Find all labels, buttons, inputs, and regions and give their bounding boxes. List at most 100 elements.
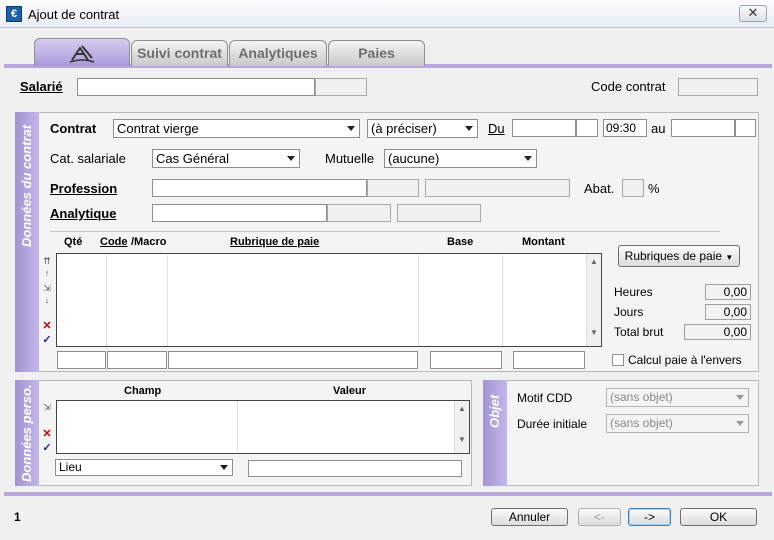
motif-cdd-label: Motif CDD: [517, 391, 573, 405]
signature-icon: [69, 45, 95, 63]
scroll-up-icon[interactable]: ▲: [587, 257, 601, 266]
heures-label: Heures: [614, 285, 653, 299]
date-du-input[interactable]: [512, 119, 576, 137]
calcul-envers-label[interactable]: Calcul paie à l'envers: [628, 353, 742, 367]
perso-valeur-input[interactable]: [248, 460, 462, 477]
move-down-icon[interactable]: ↓: [42, 295, 52, 305]
col-champ: Champ: [124, 385, 162, 397]
delete-icon[interactable]: ✕: [42, 321, 52, 332]
contrat-type-select[interactable]: (à préciser): [367, 119, 478, 138]
tab-paies[interactable]: Paies: [328, 40, 425, 66]
validate-icon[interactable]: ✓: [42, 443, 52, 454]
motif-cdd-select[interactable]: (sans objet): [606, 388, 749, 407]
next-button[interactable]: ->: [628, 508, 671, 526]
donnees-perso-label: Données perso.: [19, 384, 34, 482]
salarie-label[interactable]: Salarié: [20, 79, 63, 94]
annuler-button[interactable]: Annuler: [491, 508, 568, 526]
date-du-picker[interactable]: [576, 119, 598, 137]
col-code[interactable]: Code: [100, 236, 128, 248]
tab-analytiques[interactable]: Analytiques: [229, 40, 327, 66]
col-montant: Montant: [522, 236, 565, 248]
duree-initiale-select[interactable]: (sans objet): [606, 414, 749, 433]
rubriques-de-paie-button[interactable]: Rubriques de paie ▼: [618, 245, 740, 267]
total-brut-label: Total brut: [614, 325, 664, 339]
mutuelle-label: Mutuelle: [325, 151, 375, 166]
edit-code-input[interactable]: [107, 351, 167, 369]
validate-icon[interactable]: ✓: [42, 335, 52, 346]
mutuelle-select[interactable]: (aucune): [384, 149, 537, 168]
salarie-input[interactable]: [77, 78, 315, 96]
divider: [50, 231, 720, 232]
contrat-type-value: (à préciser): [371, 121, 437, 136]
tab-suivi-contrat[interactable]: Suivi contrat: [131, 40, 228, 66]
lieu-select[interactable]: Lieu: [55, 459, 233, 476]
profession-code-field: [367, 179, 419, 197]
delete-icon[interactable]: ✕: [42, 429, 52, 440]
chevron-down-icon: [347, 126, 355, 131]
scroll-down-icon[interactable]: ▼: [455, 435, 469, 444]
donnees-contrat-side: Données du contrat: [15, 112, 39, 372]
prev-button[interactable]: <-: [578, 508, 621, 526]
heures-value: 0,00: [705, 284, 751, 300]
col-valeur: Valeur: [333, 385, 367, 397]
move-up-icon[interactable]: ↑: [42, 268, 52, 278]
salarie-code-field: [315, 78, 367, 96]
time-input[interactable]: 09:30: [603, 119, 647, 137]
donnees-perso-side: Données perso.: [15, 380, 39, 486]
profession-label[interactable]: Profession: [50, 181, 117, 196]
col-qte: Qté: [64, 236, 83, 248]
total-brut-value: 0,00: [684, 324, 751, 340]
perso-grid[interactable]: [56, 400, 470, 454]
move-top-icon[interactable]: ⇈: [42, 256, 52, 266]
grid-col-sep: [167, 254, 168, 346]
edit-montant-input[interactable]: [513, 351, 585, 369]
edit-base-input[interactable]: [430, 351, 502, 369]
mutuelle-value: (aucune): [388, 151, 440, 166]
duree-initiale-value: (sans objet): [610, 416, 673, 430]
footer-divider: [4, 492, 772, 496]
abat-field[interactable]: [622, 179, 644, 197]
calcul-envers-checkbox[interactable]: [612, 354, 624, 366]
move-down-right-icon[interactable]: ⇲: [42, 283, 52, 293]
profession-input[interactable]: [152, 179, 367, 197]
chevron-down-icon: [524, 156, 532, 161]
edit-qte-input[interactable]: [57, 351, 106, 369]
scroll-up-icon[interactable]: ▲: [455, 404, 469, 413]
lieu-value: Lieu: [59, 460, 82, 474]
close-button[interactable]: ✕: [739, 5, 767, 22]
col-macro: /Macro: [131, 236, 167, 248]
grid-col-sep: [106, 254, 107, 346]
grid-col-sep: [237, 401, 238, 453]
date-au-picker[interactable]: [735, 119, 756, 137]
tab-contract-icon[interactable]: [34, 38, 130, 66]
scroll-down-icon[interactable]: ▼: [587, 328, 601, 337]
chevron-down-icon: [736, 395, 744, 400]
rubriques-grid[interactable]: [56, 253, 602, 347]
du-label[interactable]: Du: [488, 121, 505, 136]
code-contrat-label: Code contrat: [591, 79, 666, 94]
jours-label: Jours: [614, 305, 644, 319]
app-icon: €: [6, 6, 22, 22]
percent-label: %: [648, 181, 660, 196]
cat-salariale-select[interactable]: Cas Général: [152, 149, 300, 168]
chevron-down-icon: ▼: [725, 253, 734, 262]
analytique-label[interactable]: Analytique: [50, 206, 116, 221]
chevron-down-icon: [220, 465, 228, 470]
ok-button[interactable]: OK: [680, 508, 757, 526]
edit-rubrique-input[interactable]: [168, 351, 418, 369]
grid-scrollbar[interactable]: ▲ ▼: [586, 254, 601, 346]
analytique-code-field: [327, 204, 391, 222]
grid-col-sep: [502, 254, 503, 346]
contrat-label: Contrat: [50, 121, 97, 136]
profession-desc-field: [425, 179, 570, 197]
move-down-right-icon[interactable]: ⇲: [42, 402, 52, 412]
col-base: Base: [447, 236, 474, 248]
rubriques-button-label: Rubriques de paie: [624, 249, 723, 263]
contrat-select[interactable]: Contrat vierge: [113, 119, 360, 138]
motif-cdd-value: (sans objet): [610, 390, 673, 404]
perso-scrollbar[interactable]: ▲ ▼: [454, 401, 469, 453]
col-rubrique[interactable]: Rubrique de paie: [230, 236, 319, 248]
date-au-input[interactable]: [671, 119, 735, 137]
analytique-input[interactable]: [152, 204, 327, 222]
code-contrat-field: [678, 78, 758, 96]
